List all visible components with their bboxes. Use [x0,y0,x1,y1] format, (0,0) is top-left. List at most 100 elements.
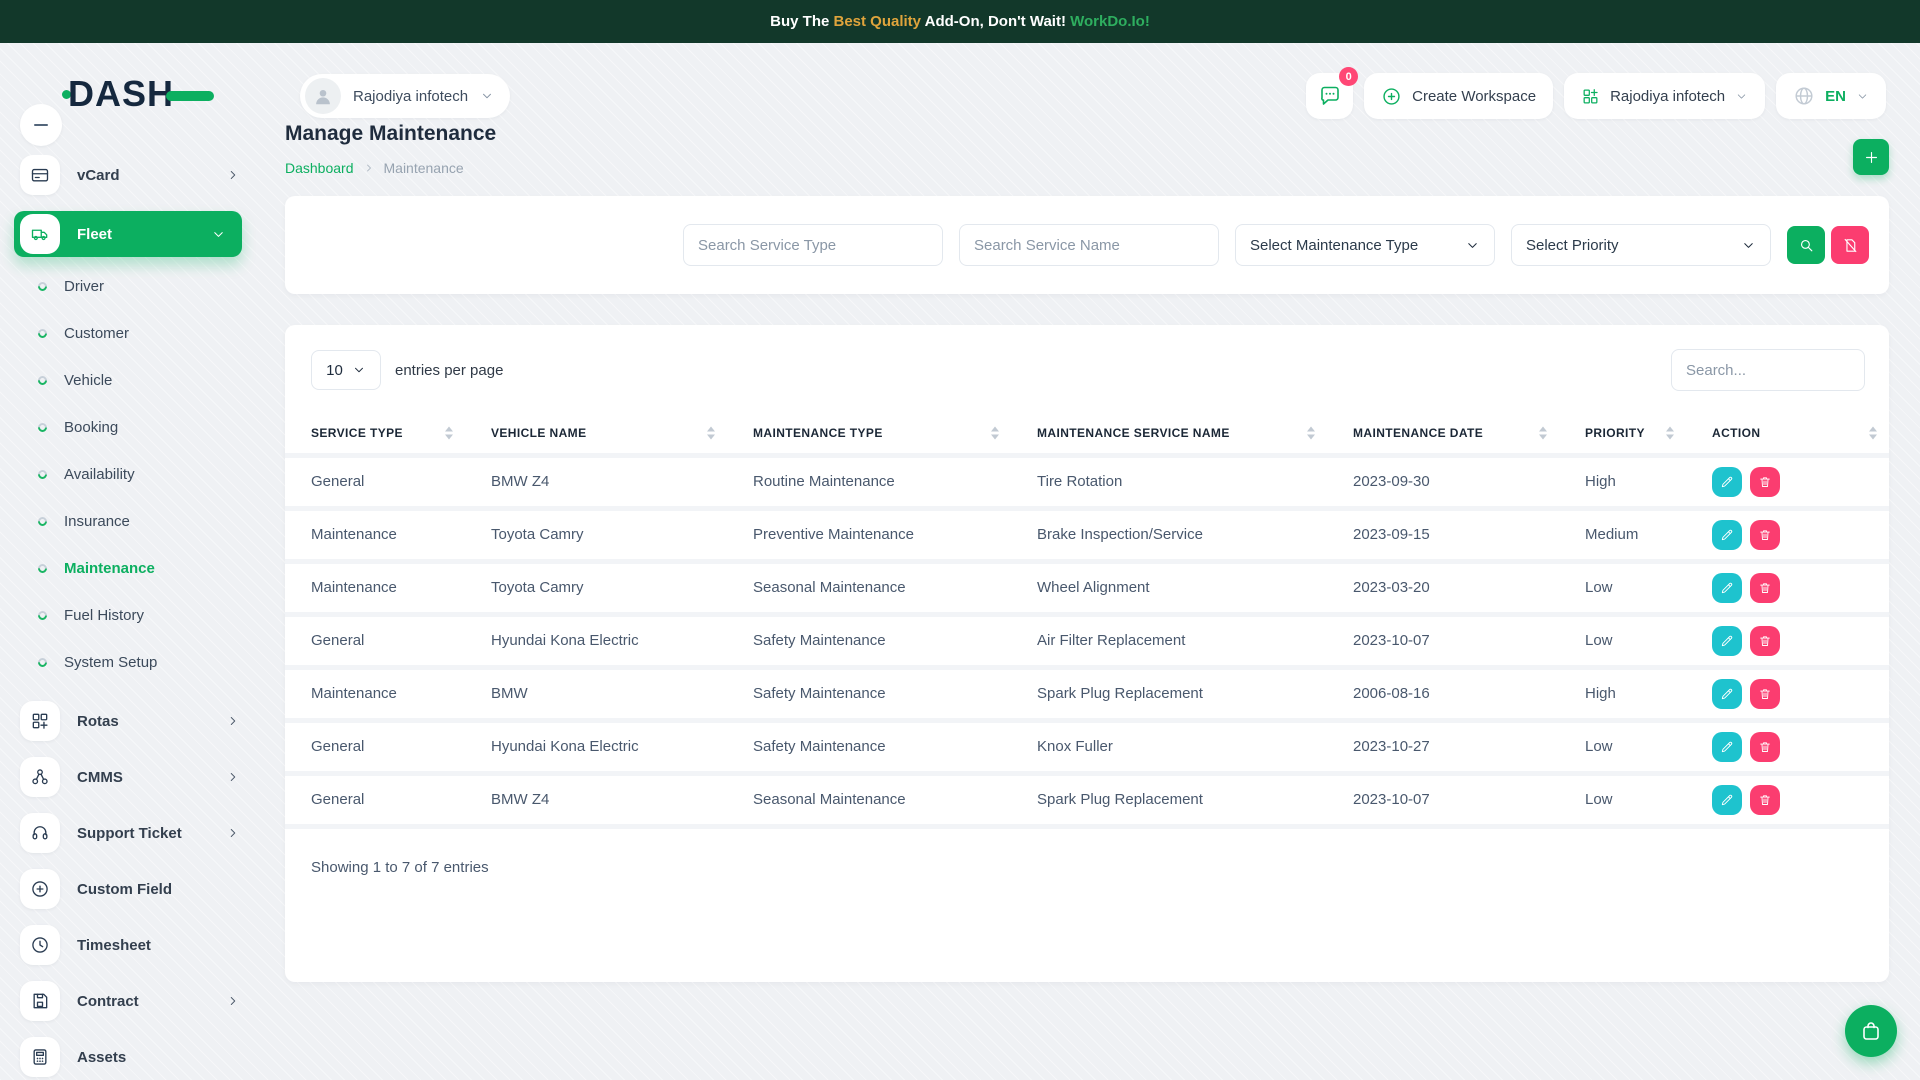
sidebar-item-support-ticket[interactable]: Support Ticket [0,813,256,853]
globe-icon [1793,85,1815,107]
sidebar-item-assets[interactable]: Assets [0,1037,256,1077]
sidebar-subitem-label: Customer [64,325,129,342]
col-action[interactable]: ACTION [1686,413,1889,455]
sidebar-item-contract[interactable]: Contract [0,981,256,1021]
pencil-icon [1720,475,1734,489]
sidebar-subitem-driver[interactable]: Driver [0,263,256,310]
messages-button[interactable]: 0 [1306,73,1353,119]
edit-button[interactable] [1712,679,1742,709]
delete-button[interactable] [1750,785,1780,815]
col-maintenance-date[interactable]: MAINTENANCE DATE [1327,413,1559,455]
cell-priority: Low [1559,561,1686,614]
edit-button[interactable] [1712,520,1742,550]
floppy-icon [20,981,60,1021]
sidebar-item-label: Contract [77,993,139,1010]
workspace-user-selector[interactable]: Rajodiya infotech [300,74,510,118]
col-maintenance-service-name[interactable]: MAINTENANCE SERVICE NAME [1011,413,1327,455]
sidebar-subitem-booking[interactable]: Booking [0,404,256,451]
sidebar-nav: vCard Fleet Driver Customer VehicleBookingAv… [0,155,256,1080]
company-selector[interactable]: Rajodiya infotech [1564,73,1765,119]
chevron-down-icon [1735,90,1748,103]
service-name-search-input[interactable] [959,224,1219,266]
maintenance-type-select[interactable]: Select Maintenance Type [1235,224,1495,266]
sidebar-item-custom-field[interactable]: Custom Field [0,869,256,909]
cell-priority: High [1559,667,1686,720]
cell-service-type: Maintenance [285,561,465,614]
breadcrumb-dashboard-link[interactable]: Dashboard [285,160,354,176]
add-maintenance-button[interactable] [1853,139,1889,175]
bullet-icon [36,468,49,481]
sidebar-item-vcard[interactable]: vCard [0,155,256,195]
sidebar-subitem-fuel-history[interactable]: Fuel History [0,592,256,639]
sidebar-item-label: vCard [77,167,120,184]
cell-priority: Medium [1559,508,1686,561]
delete-button[interactable] [1750,467,1780,497]
cell-maintenance-service-name: Spark Plug Replacement [1011,667,1327,720]
cell-service-type: General [285,614,465,667]
filter-reset-button[interactable] [1831,226,1869,264]
sidebar-subitem-maintenance[interactable]: Maintenance [0,545,256,592]
sidebar-item-rotas[interactable]: Rotas [0,701,256,741]
buy-now-fab[interactable] [1845,1005,1897,1057]
sidebar-subitem-customer[interactable]: Customer [0,310,256,357]
table-search-input[interactable] [1671,349,1865,391]
cell-priority: Low [1559,720,1686,773]
maintenance-table-card: 10 entries per page SERVICE TYPE VEHICLE… [285,325,1889,982]
delete-button[interactable] [1750,573,1780,603]
sidebar-item-timesheet[interactable]: Timesheet [0,925,256,965]
delete-button[interactable] [1750,626,1780,656]
sidebar-subitem-system-setup[interactable]: System Setup [0,639,256,686]
col-priority[interactable]: PRIORITY [1559,413,1686,455]
sidebar-subitem-label: Fuel History [64,607,144,624]
sidebar-item-label: Fleet [77,226,112,243]
sidebar-item-fleet[interactable]: Fleet [14,211,242,257]
delete-button[interactable] [1750,520,1780,550]
col-vehicle-name[interactable]: VEHICLE NAME [465,413,727,455]
sidebar-subitem-label: Driver [64,278,104,295]
sidebar-subitem-vehicle[interactable]: Vehicle [0,357,256,404]
create-workspace-button[interactable]: Create Workspace [1364,73,1553,119]
table-controls: 10 entries per page [285,325,1889,391]
breadcrumb: Dashboard Maintenance [285,160,464,176]
edit-button[interactable] [1712,573,1742,603]
edit-button[interactable] [1712,732,1742,762]
sidebar-subitem-availability[interactable]: Availability [0,451,256,498]
cell-maintenance-service-name: Brake Inspection/Service [1011,508,1327,561]
messages-badge: 0 [1339,67,1358,86]
app-logo[interactable]: DASH [62,76,214,112]
plus-icon [1863,149,1880,166]
priority-select[interactable]: Select Priority [1511,224,1771,266]
entries-per-page: 10 entries per page [311,350,503,390]
cell-maintenance-date: 2023-10-07 [1327,773,1559,826]
service-type-search-input[interactable] [683,224,943,266]
edit-button[interactable] [1712,785,1742,815]
col-service-type[interactable]: SERVICE TYPE [285,413,465,455]
nodes-icon [20,757,60,797]
sidebar-item-cmms[interactable]: CMMS [0,757,256,797]
promo-brand-link[interactable]: WorkDo.Io! [1070,13,1150,30]
delete-button[interactable] [1750,732,1780,762]
bullet-icon [36,656,49,669]
chevron-down-icon [1741,238,1756,253]
sidebar-subitem-insurance[interactable]: Insurance [0,498,256,545]
chevron-down-icon [1856,90,1869,103]
language-selector[interactable]: EN [1776,73,1886,119]
edit-button[interactable] [1712,467,1742,497]
col-maintenance-type[interactable]: MAINTENANCE TYPE [727,413,1011,455]
chevron-down-icon [211,227,226,242]
cell-priority: Low [1559,614,1686,667]
sort-icon [707,426,715,439]
entries-per-page-select[interactable]: 10 [311,350,381,390]
table-row: MaintenanceToyota CamryPreventive Mainte… [285,508,1889,561]
filter-search-button[interactable] [1787,226,1825,264]
delete-button[interactable] [1750,679,1780,709]
sidebar-item-label: Timesheet [77,937,151,954]
sidebar-collapsed-item[interactable] [20,104,62,146]
chevron-right-icon [226,826,240,840]
cell-maintenance-type: Seasonal Maintenance [727,561,1011,614]
cell-service-type: General [285,455,465,508]
sidebar-subitem-label: System Setup [64,654,157,671]
chevron-down-icon [1465,238,1480,253]
edit-button[interactable] [1712,626,1742,656]
maintenance-type-select-value: Select Maintenance Type [1250,237,1418,254]
